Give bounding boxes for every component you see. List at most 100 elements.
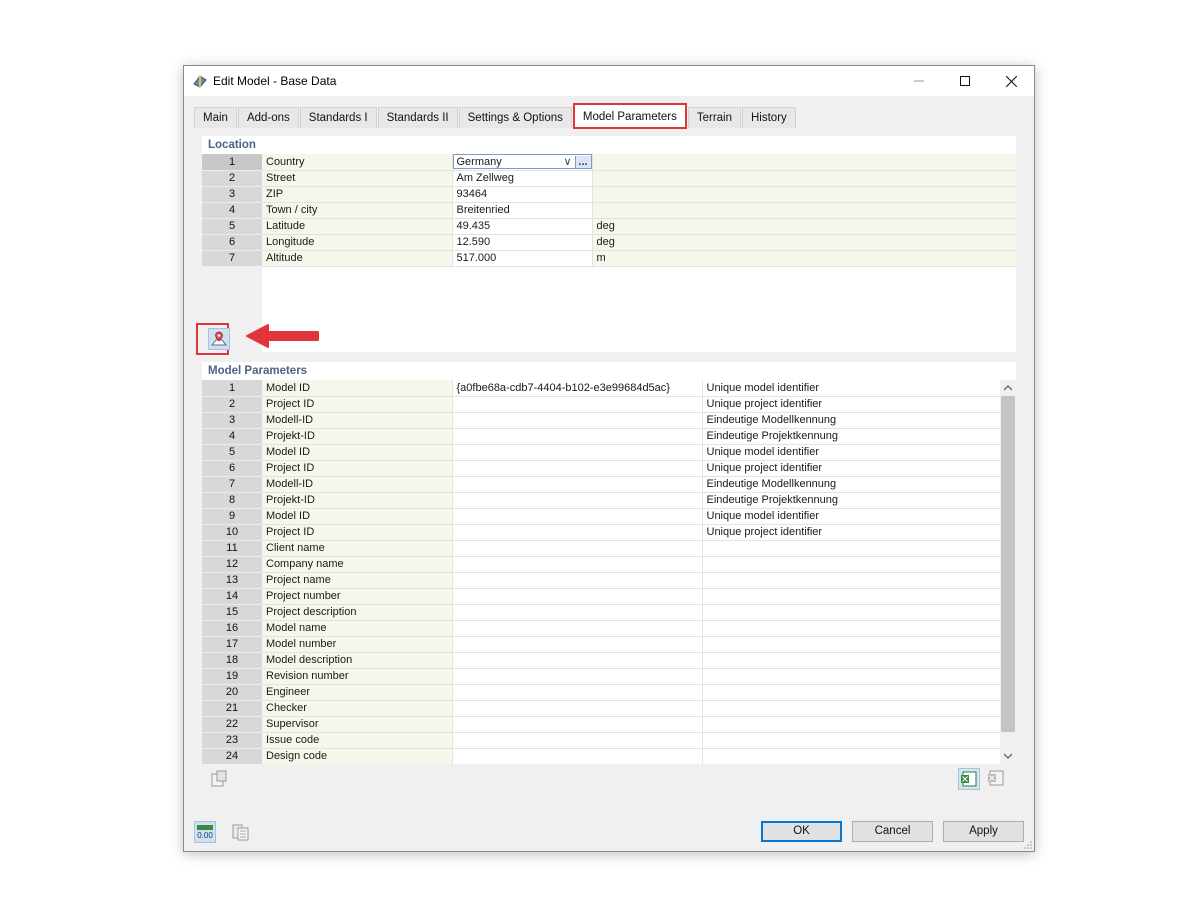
- tab-standards-ii[interactable]: Standards II: [377, 107, 458, 128]
- parameter-value-field[interactable]: [452, 524, 703, 541]
- parameter-name[interactable]: Project ID: [262, 460, 453, 477]
- parameter-value-field[interactable]: [452, 652, 703, 669]
- parameter-name[interactable]: Model ID: [262, 380, 453, 397]
- parameter-description[interactable]: Eindeutige Modellkennung: [702, 476, 1001, 493]
- parameter-value-field[interactable]: [452, 604, 703, 621]
- parameter-name[interactable]: Issue code: [262, 732, 453, 749]
- parameter-name[interactable]: Modell-ID: [262, 476, 453, 493]
- parameter-value-field[interactable]: [452, 620, 703, 637]
- parameter-description[interactable]: [702, 732, 1001, 749]
- location-value-field[interactable]: 517.000: [452, 250, 593, 267]
- excel-export-button[interactable]: [958, 768, 980, 790]
- parameter-name[interactable]: Company name: [262, 556, 453, 573]
- parameter-description[interactable]: [702, 668, 1001, 685]
- parameter-value-field[interactable]: [452, 508, 703, 525]
- parameter-value-field[interactable]: [452, 572, 703, 589]
- table-row[interactable]: 7 Modell-ID Eindeutige Modellkennung: [202, 476, 1001, 493]
- parameter-description[interactable]: Eindeutige Projektkennung: [702, 428, 1001, 445]
- map-location-button[interactable]: [208, 328, 230, 350]
- parameter-value-field[interactable]: [452, 748, 703, 765]
- units-button[interactable]: 0.00: [194, 821, 216, 843]
- table-row[interactable]: 10 Project ID Unique project identifier: [202, 524, 1001, 541]
- tab-settings-options[interactable]: Settings & Options: [458, 107, 572, 128]
- maximize-button[interactable]: [942, 66, 988, 96]
- location-value-field[interactable]: 49.435: [452, 218, 593, 235]
- table-row[interactable]: 3 Modell-ID Eindeutige Modellkennung: [202, 412, 1001, 429]
- excel-import-button[interactable]: [986, 768, 1008, 790]
- tab-main[interactable]: Main: [194, 107, 237, 128]
- location-value-field[interactable]: 93464: [452, 186, 593, 203]
- table-row[interactable]: 20 Engineer: [202, 684, 1001, 701]
- parameter-value-field[interactable]: [452, 588, 703, 605]
- table-row[interactable]: 18 Model description: [202, 652, 1001, 669]
- table-row[interactable]: 4 Projekt-ID Eindeutige Projektkennung: [202, 428, 1001, 445]
- parameter-description[interactable]: [702, 700, 1001, 717]
- location-value-field[interactable]: Am Zellweg: [452, 170, 593, 187]
- country-combo[interactable]: Germany ∨...: [452, 154, 591, 169]
- tab-history[interactable]: History: [742, 107, 796, 128]
- library-button[interactable]: [230, 821, 252, 843]
- table-row[interactable]: 8 Projekt-ID Eindeutige Projektkennung: [202, 492, 1001, 509]
- parameter-description[interactable]: Eindeutige Modellkennung: [702, 412, 1001, 429]
- table-row[interactable]: 19 Revision number: [202, 668, 1001, 685]
- parameter-description[interactable]: Unique project identifier: [702, 460, 1001, 477]
- parameter-name[interactable]: Project ID: [262, 524, 453, 541]
- parameter-value-field[interactable]: [452, 556, 703, 573]
- parameter-value-field[interactable]: [452, 476, 703, 493]
- parameter-description[interactable]: [702, 652, 1001, 669]
- parameter-name[interactable]: Projekt-ID: [262, 492, 453, 509]
- parameter-description[interactable]: [702, 604, 1001, 621]
- parameter-name[interactable]: Client name: [262, 540, 453, 557]
- chevron-down-icon[interactable]: ∨: [561, 155, 575, 168]
- parameter-description[interactable]: [702, 636, 1001, 653]
- table-row[interactable]: 15 Project description: [202, 604, 1001, 621]
- parameter-value-field[interactable]: [452, 716, 703, 733]
- parameter-value-field[interactable]: [452, 492, 703, 509]
- parameter-description[interactable]: Unique model identifier: [702, 380, 1001, 397]
- table-row[interactable]: 1 Model ID {a0fbe68a-cdb7-4404-b102-e3e996…: [202, 380, 1001, 397]
- table-row[interactable]: 6 Project ID Unique project identifier: [202, 460, 1001, 477]
- table-row[interactable]: 9 Model ID Unique model identifier: [202, 508, 1001, 525]
- parameter-value-field[interactable]: [452, 684, 703, 701]
- parameter-value-field[interactable]: [452, 636, 703, 653]
- parameter-name[interactable]: Model name: [262, 620, 453, 637]
- table-row[interactable]: 24 Design code: [202, 748, 1001, 765]
- location-value-field[interactable]: Breitenried: [452, 202, 593, 219]
- parameter-description[interactable]: [702, 540, 1001, 557]
- ok-button[interactable]: OK: [761, 821, 842, 842]
- table-row[interactable]: 23 Issue code: [202, 732, 1001, 749]
- resize-grip-icon[interactable]: [1023, 840, 1033, 850]
- parameter-name[interactable]: Model number: [262, 636, 453, 653]
- tab-add-ons[interactable]: Add-ons: [237, 107, 299, 128]
- parameter-value-field[interactable]: [452, 396, 703, 413]
- table-row[interactable]: 13 Project name: [202, 572, 1001, 589]
- table-row[interactable]: 17 Model number: [202, 636, 1001, 653]
- tab-terrain[interactable]: Terrain: [687, 107, 741, 128]
- parameter-description[interactable]: [702, 620, 1001, 637]
- parameter-name[interactable]: Supervisor: [262, 716, 453, 733]
- parameter-value-field[interactable]: {a0fbe68a-cdb7-4404-b102-e3e99684d5ac}: [452, 380, 703, 397]
- tab-standards-i[interactable]: Standards I: [299, 107, 377, 128]
- parameter-name[interactable]: Design code: [262, 748, 453, 765]
- parameter-name[interactable]: Project number: [262, 588, 453, 605]
- table-row[interactable]: 21 Checker: [202, 700, 1001, 717]
- parameter-value-field[interactable]: [452, 668, 703, 685]
- parameter-description[interactable]: Unique model identifier: [702, 508, 1001, 525]
- parameter-name[interactable]: Project ID: [262, 396, 453, 413]
- scroll-down-button[interactable]: [1000, 748, 1016, 764]
- location-value-field[interactable]: 12.590: [452, 234, 593, 251]
- parameter-value-field[interactable]: [452, 428, 703, 445]
- parameter-value-field[interactable]: [452, 444, 703, 461]
- parameter-value-field[interactable]: [452, 732, 703, 749]
- vertical-scrollbar[interactable]: [1000, 380, 1016, 764]
- apply-button[interactable]: Apply: [943, 821, 1024, 842]
- parameter-name[interactable]: Project description: [262, 604, 453, 621]
- tab-model-parameters[interactable]: Model Parameters: [572, 103, 687, 129]
- country-browse-button[interactable]: ...: [574, 155, 591, 168]
- parameter-name[interactable]: Model ID: [262, 508, 453, 525]
- parameter-name[interactable]: Model ID: [262, 444, 453, 461]
- parameter-description[interactable]: Unique project identifier: [702, 524, 1001, 541]
- parameter-value-field[interactable]: [452, 412, 703, 429]
- table-row[interactable]: 5 Model ID Unique model identifier: [202, 444, 1001, 461]
- parameter-name[interactable]: Model description: [262, 652, 453, 669]
